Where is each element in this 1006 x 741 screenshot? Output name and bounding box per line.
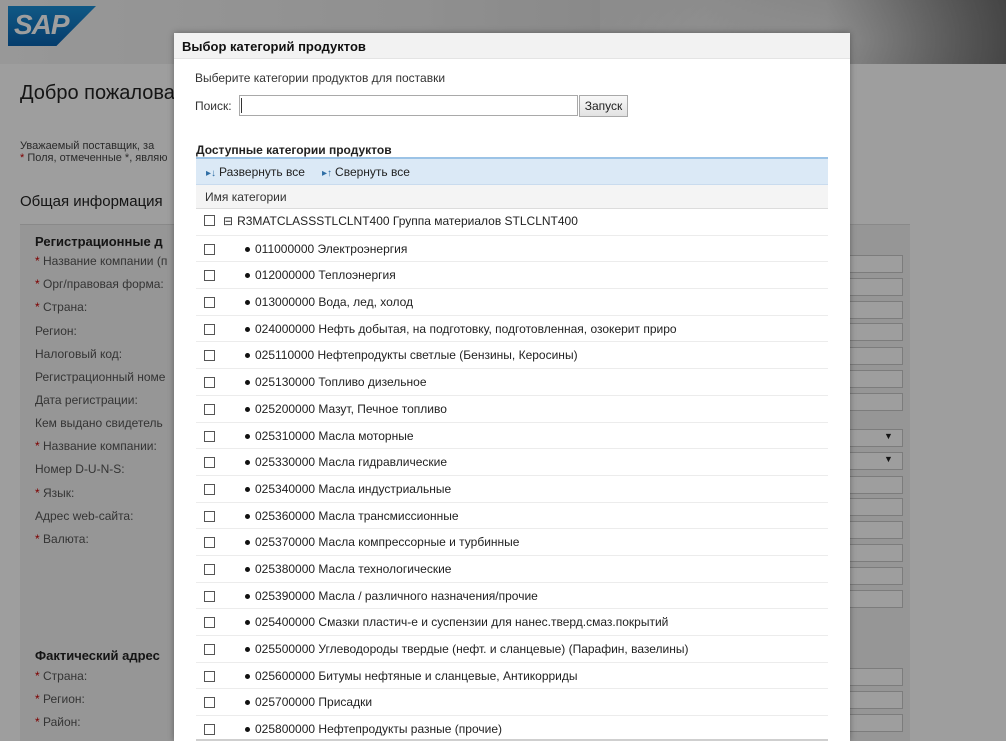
bullet-icon bbox=[245, 513, 250, 519]
category-checkbox[interactable] bbox=[204, 297, 215, 309]
collapse-toggle-icon[interactable]: ⊟ bbox=[223, 214, 233, 228]
bullet-icon bbox=[245, 433, 250, 439]
expand-icon: ▸↓ bbox=[206, 168, 217, 179]
category-row: 025330000 Масла гидравлические bbox=[196, 449, 828, 476]
column-header-category-name: Имя категории bbox=[196, 185, 828, 209]
category-checkbox[interactable] bbox=[204, 590, 215, 602]
category-row: 025110000 Нефтепродукты светлые (Бензины… bbox=[196, 342, 828, 370]
category-checkbox[interactable] bbox=[204, 697, 215, 709]
expand-all-label: Развернуть все bbox=[219, 165, 305, 179]
category-label: 025310000 Масла моторные bbox=[255, 428, 414, 443]
category-label: 025110000 Нефтепродукты светлые (Бензины… bbox=[255, 348, 578, 363]
bullet-icon bbox=[245, 273, 250, 279]
category-checkbox[interactable] bbox=[204, 457, 215, 469]
category-checkbox[interactable] bbox=[204, 644, 215, 655]
bullet-icon bbox=[245, 353, 250, 359]
category-checkbox[interactable] bbox=[204, 350, 215, 362]
bullet-icon bbox=[245, 406, 250, 412]
category-label: 025400000 Смазки пластич-е и суспензии д… bbox=[255, 615, 669, 630]
category-row: 025400000 Смазки пластич-е и суспензии д… bbox=[196, 609, 828, 636]
category-row: 013000000 Вода, лед, холод bbox=[196, 289, 828, 316]
category-label: 025330000 Масла гидравлические bbox=[255, 455, 447, 470]
category-checkbox[interactable] bbox=[204, 483, 215, 495]
bullet-icon bbox=[245, 647, 250, 652]
bullet-icon bbox=[245, 540, 250, 546]
bullet-icon bbox=[245, 326, 250, 332]
category-row: 025200000 Мазут, Печное топливо bbox=[196, 396, 828, 423]
collapse-all-label: Свернуть все bbox=[335, 165, 410, 179]
category-label: 025390000 Масла / различного назначения/… bbox=[255, 588, 538, 603]
bullet-icon bbox=[245, 300, 250, 306]
category-label: 025600000 Битумы нефтяные и сланцевые, А… bbox=[255, 668, 578, 683]
bullet-icon bbox=[245, 593, 250, 599]
category-checkbox[interactable] bbox=[204, 670, 215, 682]
category-label: 025130000 Топливо дизельное bbox=[255, 375, 427, 390]
category-label: 025500000 Углеводороды твердые (нефт. и … bbox=[255, 642, 689, 656]
category-checkbox[interactable] bbox=[204, 270, 215, 282]
category-label: 025360000 Масла трансмиссионные bbox=[255, 508, 459, 523]
category-label: 025370000 Масла компрессорные и турбинны… bbox=[255, 535, 520, 550]
root-checkbox[interactable] bbox=[204, 215, 215, 226]
dialog-title: Выбор категорий продуктов bbox=[174, 33, 850, 59]
category-row: 025370000 Масла компрессорные и турбинны… bbox=[196, 529, 828, 556]
expand-all-button[interactable]: ▸↓ Развернуть все bbox=[206, 165, 305, 179]
bullet-icon bbox=[245, 380, 250, 386]
available-categories-heading: Доступные категории продуктов bbox=[196, 143, 392, 157]
category-row: 025130000 Топливо дизельное bbox=[196, 369, 828, 396]
category-label: 025200000 Мазут, Печное топливо bbox=[255, 401, 447, 416]
collapse-all-button[interactable]: ▸↑ Свернуть все bbox=[322, 165, 410, 179]
category-label: 011000000 Электроэнергия bbox=[255, 241, 408, 256]
category-checkbox[interactable] bbox=[204, 724, 215, 736]
category-row: 025800000 Нефтепродукты разные (прочие) bbox=[196, 716, 828, 741]
category-row: 025360000 Масла трансмиссионные bbox=[196, 503, 828, 530]
category-label: 025800000 Нефтепродукты разные (прочие) bbox=[255, 722, 502, 737]
category-checkbox[interactable] bbox=[204, 617, 215, 629]
category-row: 024000000 Нефть добытая, на подготовку, … bbox=[196, 316, 828, 343]
category-label: 025380000 Масла технологические bbox=[255, 561, 452, 576]
category-row: 011000000 Электроэнергия bbox=[196, 236, 828, 263]
category-row: 025380000 Масла технологические bbox=[196, 556, 828, 583]
category-row: 025340000 Масла индустриальные bbox=[196, 476, 828, 503]
collapse-icon: ▸↑ bbox=[322, 168, 333, 179]
category-label: 025340000 Масла индустриальные bbox=[255, 481, 452, 496]
bullet-icon bbox=[245, 246, 250, 252]
tree-toolbar: ▸↓ Развернуть все ▸↑ Свернуть все bbox=[196, 159, 828, 185]
product-category-dialog: Выбор категорий продуктов Выберите катег… bbox=[174, 33, 850, 741]
category-row: 025600000 Битумы нефтяные и сланцевые, А… bbox=[196, 663, 828, 690]
category-checkbox[interactable] bbox=[204, 323, 215, 335]
bullet-icon bbox=[245, 700, 250, 706]
category-label: 013000000 Вода, лед, холод bbox=[255, 295, 414, 310]
category-checkbox[interactable] bbox=[204, 243, 215, 255]
category-checkbox[interactable] bbox=[204, 377, 215, 389]
tree-root-row: ⊟ R3MATCLASSSTLCLNT400 Группа материалов … bbox=[196, 209, 828, 236]
category-checkbox[interactable] bbox=[204, 537, 215, 549]
category-row: 025700000 Присадки bbox=[196, 689, 828, 717]
category-row: 025500000 Углеводороды твердые (нефт. и … bbox=[196, 636, 828, 663]
category-checkbox[interactable] bbox=[204, 563, 215, 575]
category-row: 012000000 Теплоэнергия bbox=[196, 262, 828, 290]
root-label-wrap: ⊟ R3MATCLASSSTLCLNT400 Группа материалов … bbox=[223, 214, 578, 228]
text-cursor bbox=[241, 98, 242, 113]
category-tree: ⊟ R3MATCLASSSTLCLNT400 Группа материалов … bbox=[196, 209, 828, 741]
search-input[interactable] bbox=[239, 95, 578, 116]
bullet-icon bbox=[245, 566, 250, 572]
bullet-icon bbox=[245, 486, 250, 492]
root-label: R3MATCLASSSTLCLNT400 Группа материалов S… bbox=[237, 214, 578, 228]
category-label: 024000000 Нефть добытая, на подготовку, … bbox=[255, 321, 677, 336]
category-checkbox[interactable] bbox=[204, 430, 215, 442]
bullet-icon bbox=[245, 620, 250, 626]
category-row: 025310000 Масла моторные bbox=[196, 423, 828, 450]
category-label: 025700000 Присадки bbox=[255, 695, 373, 710]
dialog-subtitle: Выберите категории продуктов для поставк… bbox=[195, 71, 446, 85]
category-label: 012000000 Теплоэнергия bbox=[255, 268, 396, 283]
bullet-icon bbox=[245, 673, 250, 679]
bullet-icon bbox=[245, 727, 250, 733]
category-checkbox[interactable] bbox=[204, 403, 215, 415]
category-checkbox[interactable] bbox=[204, 510, 215, 522]
bullet-icon bbox=[245, 460, 250, 466]
run-button[interactable]: Запуск bbox=[579, 95, 628, 117]
search-label: Поиск: bbox=[195, 99, 232, 113]
category-row: 025390000 Масла / различного назначения/… bbox=[196, 583, 828, 610]
